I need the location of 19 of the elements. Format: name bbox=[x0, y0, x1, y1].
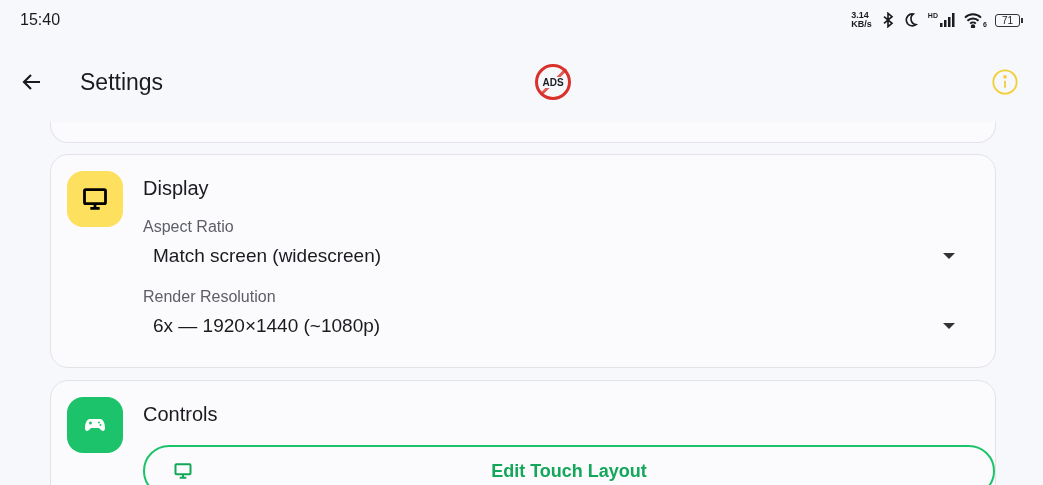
network-speed: 3.14 bbox=[851, 11, 870, 20]
monitor-icon bbox=[81, 185, 109, 213]
dropdown-caret-icon bbox=[943, 323, 955, 329]
section-title: Controls bbox=[143, 402, 219, 427]
monitor-icon bbox=[173, 461, 193, 481]
dropdown-caret-icon bbox=[943, 253, 955, 259]
field-label: Aspect Ratio bbox=[143, 217, 235, 237]
page-title: Settings bbox=[80, 67, 164, 97]
no-ads-badge: ADS bbox=[535, 64, 572, 100]
signal-icon bbox=[938, 12, 955, 28]
wifi-icon bbox=[962, 12, 983, 28]
field-label: Render Resolution bbox=[143, 287, 277, 307]
dropdown-field[interactable]: Match screen (widescreen) bbox=[143, 239, 979, 273]
section-title: Display bbox=[143, 176, 210, 201]
dropdown-field[interactable]: 6x — 1920×1440 (~1080p) bbox=[143, 309, 979, 343]
moon-icon bbox=[903, 12, 920, 28]
battery-level: 71 bbox=[994, 13, 1020, 27]
network-speed-unit: KB/s bbox=[851, 20, 872, 29]
status-time: 15:40 bbox=[20, 10, 61, 30]
